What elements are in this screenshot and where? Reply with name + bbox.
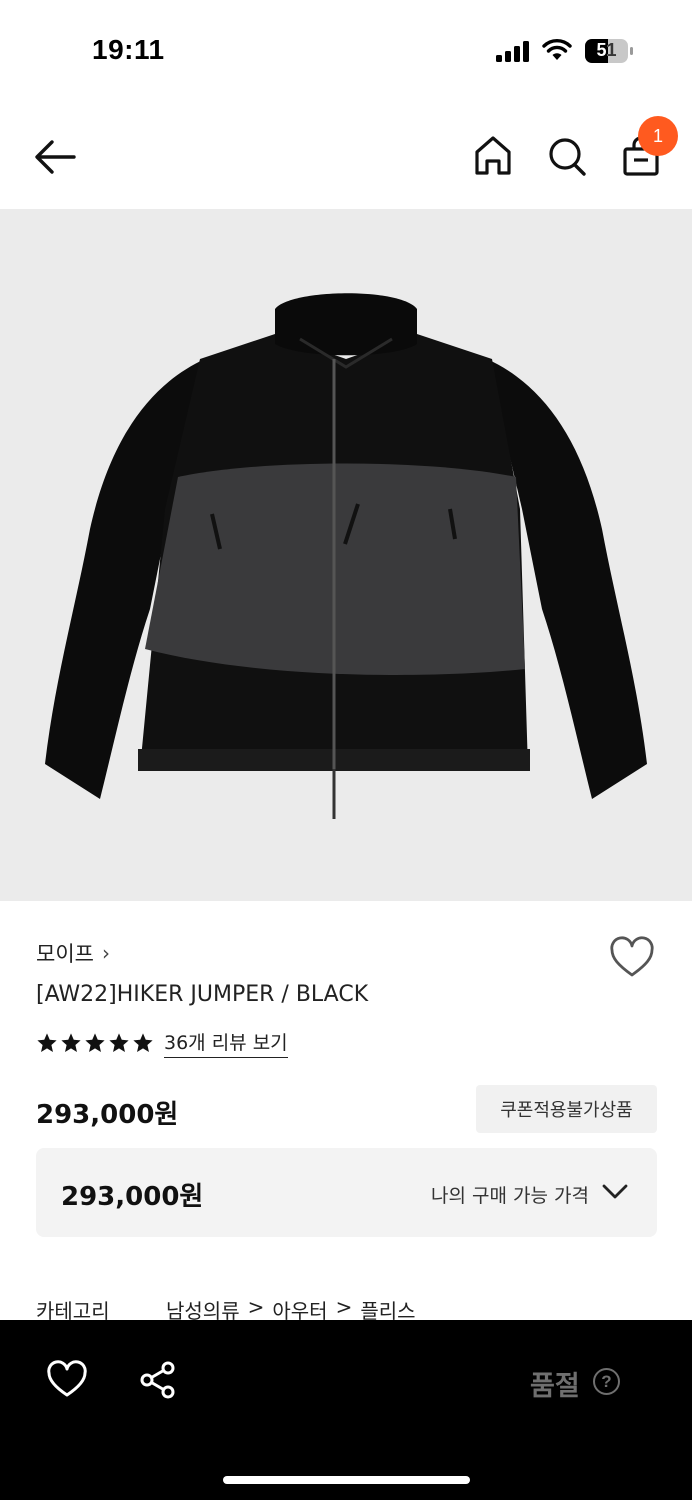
- battery-level: 51: [596, 40, 617, 60]
- heart-icon[interactable]: [608, 936, 656, 980]
- wifi-icon: [542, 39, 572, 60]
- category-breadcrumb: 남성의류 > 아우터 > 플리스: [166, 1295, 416, 1321]
- star-icon: [61, 1033, 81, 1052]
- status-bar: 19:11 51: [0, 0, 692, 100]
- bottom-action-bar: 품절 ?: [0, 1320, 692, 1500]
- star-icon: [109, 1033, 129, 1052]
- search-icon[interactable]: [546, 134, 588, 178]
- category-row: 카테고리 남성의류 > 아우터 > 플리스: [36, 1295, 656, 1321]
- my-price-dropdown[interactable]: 293,000원 나의 구매 가능 가격: [36, 1148, 657, 1237]
- share-icon[interactable]: [138, 1360, 178, 1400]
- star-icon: [133, 1033, 153, 1052]
- home-icon[interactable]: [472, 134, 514, 178]
- my-price-value: 293,000원: [61, 1182, 204, 1212]
- cellular-signal-icon: [496, 41, 529, 62]
- soldout-label: 품절: [530, 1371, 580, 1402]
- chevron-down-icon: [602, 1184, 628, 1199]
- breadcrumb-separator: >: [247, 1295, 265, 1319]
- brand-name: 모이프: [36, 942, 94, 966]
- back-arrow-icon[interactable]: [32, 136, 78, 178]
- star-icon: [85, 1033, 105, 1052]
- jacket-illustration: [45, 293, 647, 819]
- help-icon[interactable]: ?: [593, 1368, 620, 1395]
- coupon-badge: 쿠폰적용불가상품: [476, 1085, 657, 1133]
- category-level-3[interactable]: 플리스: [360, 1295, 415, 1321]
- home-indicator: [223, 1476, 470, 1484]
- review-link[interactable]: 36개 리뷰 보기: [164, 1028, 288, 1058]
- top-nav-bar: [0, 110, 692, 206]
- rating-row: 36개 리뷰 보기: [36, 1028, 288, 1058]
- product-image[interactable]: [0, 209, 692, 901]
- category-level-1[interactable]: 남성의류: [166, 1295, 240, 1321]
- product-title: [AW22]HIKER JUMPER / BLACK: [36, 982, 369, 1007]
- brand-link[interactable]: 모이프 ›: [36, 938, 110, 968]
- product-price: 293,000원: [36, 1100, 179, 1130]
- rating-stars: [36, 1032, 154, 1054]
- category-level-2[interactable]: 아우터: [272, 1295, 327, 1321]
- category-label: 카테고리: [36, 1299, 110, 1321]
- heart-icon[interactable]: [46, 1360, 88, 1400]
- cart-count-badge: 1: [638, 116, 678, 156]
- star-icon: [37, 1033, 57, 1052]
- status-time: 19:11: [92, 34, 165, 65]
- chevron-right-icon: ›: [101, 941, 110, 965]
- my-price-label: 나의 구매 가능 가격: [431, 1185, 589, 1207]
- breadcrumb-separator: >: [335, 1295, 353, 1319]
